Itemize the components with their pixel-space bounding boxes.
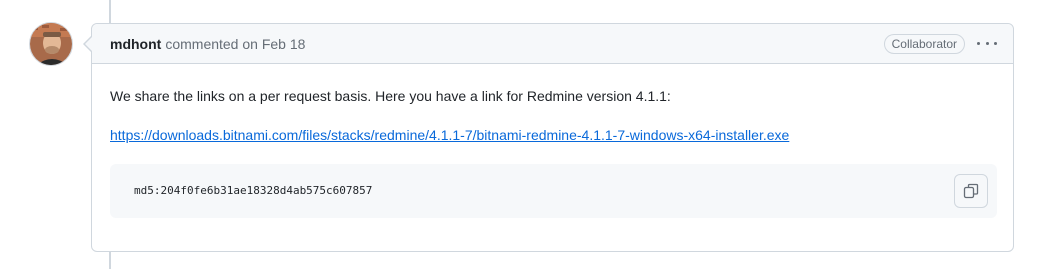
dot (994, 42, 997, 45)
timeline-line-bottom (109, 252, 111, 269)
comment-timestamp[interactable]: commented on Feb 18 (165, 36, 305, 52)
comment-paragraph: We share the links on a per request basi… (110, 88, 671, 104)
installer-download-link[interactable]: https://downloads.bitnami.com/files/stac… (110, 125, 789, 145)
author-link[interactable]: mdhont (110, 36, 161, 52)
comment-caret-fill (85, 37, 92, 51)
copy-button[interactable] (954, 174, 988, 208)
comment-card: mdhont commented on Feb 18 Collaborator … (83, 23, 1014, 252)
header-actions: Collaborator (883, 33, 997, 54)
comment-header: mdhont commented on Feb 18 Collaborator (92, 24, 1013, 64)
md5-checksum: md5:204f0fe6b31ae18328d4ab575c607857 (134, 184, 373, 197)
copy-icon (963, 183, 979, 199)
kebab-horizontal-icon[interactable] (977, 36, 997, 52)
timeline-line-top (109, 0, 111, 24)
comment-body: We share the links on a per request basi… (92, 64, 1013, 218)
avatar[interactable] (29, 22, 73, 66)
role-badge: Collaborator (883, 33, 965, 54)
dot (985, 42, 989, 45)
code-block: md5:204f0fe6b31ae18328d4ab575c607857 (110, 164, 997, 218)
dot (977, 42, 980, 45)
